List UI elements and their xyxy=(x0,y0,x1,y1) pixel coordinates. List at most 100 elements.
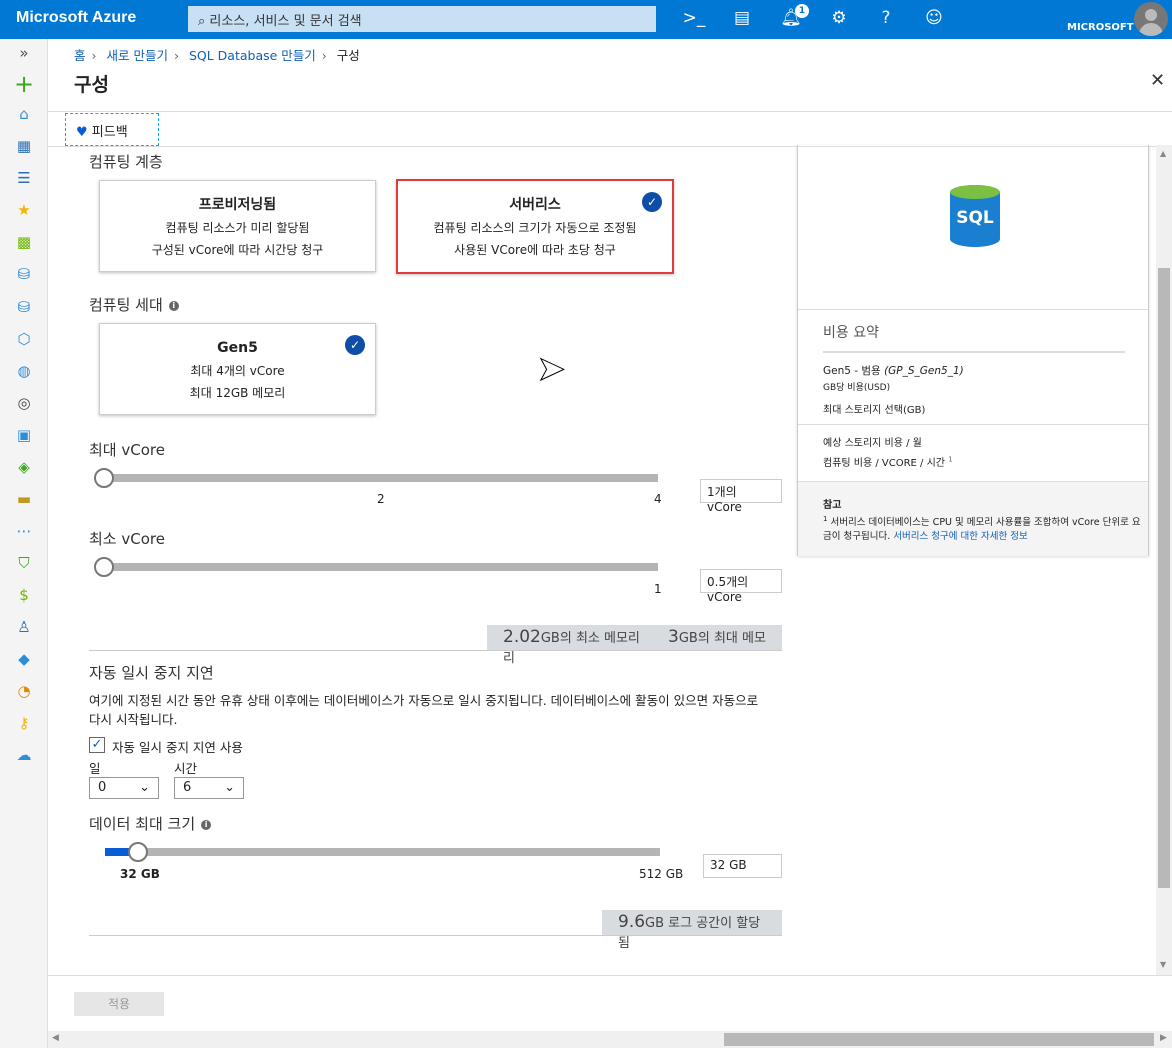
tick-label: 2 xyxy=(377,492,385,506)
hour-label: 시간 xyxy=(174,761,198,776)
breadcrumb-home[interactable]: 홈 xyxy=(74,48,86,63)
sql-logo-text: SQL xyxy=(956,208,994,228)
scrollbar-thumb[interactable] xyxy=(724,1033,1154,1046)
help-icon[interactable]: ? xyxy=(874,8,898,28)
divider xyxy=(798,309,1148,310)
tick-label: 32 GB xyxy=(120,867,160,881)
breadcrumb-create-sql[interactable]: SQL Database 만들기 xyxy=(189,48,316,63)
gen-card-gen5[interactable]: Gen5 최대 4개의 vCore 최대 12GB 메모리 ✓ xyxy=(99,323,376,415)
autopause-checkbox[interactable]: ✓ xyxy=(89,737,105,753)
divider xyxy=(823,351,1125,353)
scroll-up-icon[interactable]: ▲ xyxy=(1160,149,1166,158)
data-size-label: 데이터 최대 크기 i xyxy=(89,813,212,834)
help-support-icon[interactable]: ♙ xyxy=(14,618,34,636)
scroll-right-icon[interactable]: ▶ xyxy=(1160,1033,1167,1043)
feedback-button[interactable]: ♥ 피드백 xyxy=(65,113,159,146)
horizontal-scrollbar[interactable]: ◀ ▶ xyxy=(48,1031,1172,1048)
max-vcore-value[interactable]: 1개의 vCore xyxy=(700,479,782,514)
key-icon[interactable]: ⚷ xyxy=(14,714,34,732)
account-name[interactable]: MICROSOFT xyxy=(1067,22,1134,33)
chevron-down-icon: ⌄ xyxy=(224,780,235,795)
breadcrumb: 홈 › 새로 만들기 › SQL Database 만들기 › 구성 xyxy=(74,45,360,64)
resource-group-icon[interactable]: ⬡ xyxy=(14,330,34,348)
card-line: 구성된 vCore에 따라 시간당 청구 xyxy=(151,243,324,257)
min-memory-value: 2.02 xyxy=(503,627,541,647)
tier-card-provisioned[interactable]: 프로비저닝됨 컴퓨팅 리소스가 미리 할당됨 구성된 vCore에 따라 시간당… xyxy=(99,180,376,272)
app-service-icon[interactable]: ◍ xyxy=(14,362,34,380)
footnote-mark: 1 xyxy=(948,455,953,464)
chevron-right-icon: › xyxy=(91,48,97,63)
scrollbar-thumb[interactable] xyxy=(1158,268,1170,888)
expand-icon[interactable]: » xyxy=(14,44,34,62)
cloud-icon[interactable]: ☁ xyxy=(14,746,34,764)
brand-logo[interactable]: Microsoft Azure xyxy=(16,9,136,27)
gear-icon[interactable]: ⚙ xyxy=(827,8,851,28)
cloud-shell-icon[interactable]: >_ xyxy=(682,8,706,28)
min-vcore-value[interactable]: 0.5개의 vCore xyxy=(700,569,782,604)
scroll-left-icon[interactable]: ◀ xyxy=(52,1033,59,1043)
max-memory-value: 3 xyxy=(668,627,679,647)
card-line: 사용된 VCore에 따라 초당 청구 xyxy=(454,243,616,257)
data-size-slider-track[interactable] xyxy=(105,848,660,856)
sql-database-icon[interactable]: ⛁ xyxy=(14,298,34,316)
vertical-scrollbar[interactable]: ▲ ▼ xyxy=(1156,145,1172,975)
cost-management-icon[interactable]: $ xyxy=(14,586,34,604)
virtual-network-icon[interactable]: ⋯ xyxy=(14,522,34,540)
breadcrumb-new[interactable]: 새로 만들기 xyxy=(107,48,168,63)
mouse-cursor-icon: ➤ xyxy=(537,349,566,389)
home-icon[interactable]: ⌂ xyxy=(14,105,34,123)
data-size-text: 데이터 최대 크기 xyxy=(89,815,196,833)
min-vcore-slider-track[interactable] xyxy=(96,563,658,571)
data-size-value[interactable]: 32 GB xyxy=(703,854,782,878)
divider xyxy=(89,650,782,651)
sql-server-icon[interactable]: ⛁ xyxy=(14,265,34,283)
day-select[interactable]: 0 ⌄ xyxy=(89,777,159,799)
min-memory-label: GB의 최소 메모리 xyxy=(540,631,640,646)
checkmark-icon: ✓ xyxy=(345,335,365,355)
advisor-icon[interactable]: ◔ xyxy=(14,682,34,700)
load-balancer-icon[interactable]: ◈ xyxy=(14,458,34,476)
cosmos-db-icon[interactable]: ◎ xyxy=(14,394,34,412)
compute-cost-text: 컴퓨팅 비용 / VCORE / 시간 xyxy=(823,458,945,469)
min-vcore-slider-thumb[interactable] xyxy=(94,557,114,577)
tier-name: Gen5 - 범용 xyxy=(823,365,881,377)
storage-account-icon[interactable]: ▬ xyxy=(14,490,34,508)
smiley-feedback-icon[interactable]: ☺ xyxy=(922,8,946,28)
max-vcore-slider-track[interactable] xyxy=(96,474,658,482)
compute-tier-label: 컴퓨팅 계층 xyxy=(89,153,163,171)
virtual-machine-icon[interactable]: ▣ xyxy=(14,426,34,444)
autopause-checkbox-label[interactable]: 자동 일시 중지 지연 사용 xyxy=(112,737,243,756)
info-icon[interactable]: i xyxy=(201,819,212,830)
card-line: 컴퓨팅 리소스가 미리 할당됨 xyxy=(165,221,310,235)
apply-button[interactable]: 적용 xyxy=(74,992,164,1016)
devops-icon[interactable]: ◆ xyxy=(14,650,34,668)
day-value: 0 xyxy=(98,780,107,795)
search-input[interactable]: ⌕ 리소스, 서비스 및 문서 검색 xyxy=(188,6,656,32)
info-icon[interactable]: i xyxy=(168,300,179,311)
data-size-slider-thumb[interactable] xyxy=(128,842,148,862)
max-storage: 최대 스토리지 선택(GB) xyxy=(823,405,926,416)
all-resources-icon[interactable]: ▩ xyxy=(14,233,34,251)
avatar[interactable] xyxy=(1134,2,1168,36)
summary-title: 비용 요약 xyxy=(823,325,879,341)
tier-card-serverless[interactable]: 서버리스 컴퓨팅 리소스의 크기가 자동으로 조정됨 사용된 VCore에 따라… xyxy=(396,179,674,274)
notification-badge: 1 xyxy=(795,4,809,18)
all-services-icon[interactable]: ☰ xyxy=(14,169,34,187)
hour-select[interactable]: 6 ⌄ xyxy=(174,777,244,799)
security-center-icon[interactable]: ⛉ xyxy=(14,554,34,572)
create-resource-icon[interactable]: + xyxy=(14,72,34,96)
dashboard-icon[interactable]: ▦ xyxy=(14,137,34,155)
sql-logo: SQL xyxy=(950,185,1000,247)
directory-filter-icon[interactable]: ▤ xyxy=(730,8,754,28)
compute-gen-label: 컴퓨팅 세대 i xyxy=(89,294,179,315)
close-icon[interactable]: ✕ xyxy=(1150,70,1165,91)
scroll-down-icon[interactable]: ▼ xyxy=(1160,960,1166,969)
max-vcore-slider-thumb[interactable] xyxy=(94,468,114,488)
breadcrumb-current: 구성 xyxy=(336,48,360,63)
log-value: 9.6 xyxy=(618,912,646,932)
favorites-star-icon[interactable]: ★ xyxy=(14,201,34,219)
note-title: 참고 xyxy=(823,500,842,511)
footnote-mark: 1 xyxy=(823,515,828,523)
serverless-billing-link[interactable]: 서버리스 청구에 대한 자세한 정보 xyxy=(893,531,1027,542)
per-gb-cost: GB당 비용(USD) xyxy=(823,383,891,393)
